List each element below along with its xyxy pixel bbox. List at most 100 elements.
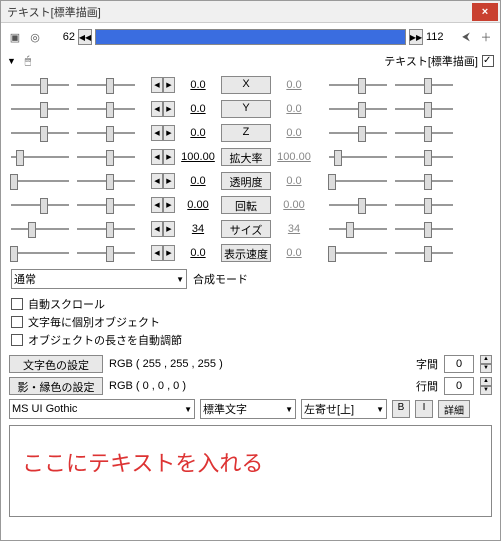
slider-right-2[interactable] — [327, 124, 389, 142]
slider-left2-6[interactable] — [75, 220, 137, 238]
slider-right-3[interactable] — [327, 148, 389, 166]
slider-left-3[interactable] — [9, 148, 71, 166]
slider-right2-4[interactable] — [393, 172, 455, 190]
value2-5: 0.00 — [275, 199, 313, 211]
slider-left2-7[interactable] — [75, 244, 137, 262]
slider-right-0[interactable] — [327, 76, 389, 94]
value2-4: 0.0 — [275, 175, 313, 187]
inc-7[interactable]: ▶ — [163, 245, 175, 261]
dec-5[interactable]: ◀ — [151, 197, 163, 213]
dec-1[interactable]: ◀ — [151, 101, 163, 117]
value-6[interactable]: 34 — [179, 223, 217, 235]
slider-left-1[interactable] — [9, 100, 71, 118]
forward-button[interactable]: ▶▶ — [409, 29, 423, 45]
option-check-2[interactable] — [11, 334, 23, 346]
slider-left-6[interactable] — [9, 220, 71, 238]
add-icon[interactable]: ＋ — [478, 29, 494, 45]
slider-left2-2[interactable] — [75, 124, 137, 142]
blend-combo[interactable]: 通常▼ — [11, 269, 187, 289]
param-btn-6[interactable]: サイズ — [221, 220, 271, 238]
dec-0[interactable]: ◀ — [151, 77, 163, 93]
param-btn-5[interactable]: 回転 — [221, 196, 271, 214]
param-btn-4[interactable]: 透明度 — [221, 172, 271, 190]
slider-left-5[interactable] — [9, 196, 71, 214]
value-7[interactable]: 0.0 — [179, 247, 217, 259]
param-btn-0[interactable]: X — [221, 76, 271, 94]
inc-3[interactable]: ▶ — [163, 149, 175, 165]
shadow-color-rgb: RGB ( 0 , 0 , 0 ) — [109, 380, 186, 392]
italic-button[interactable]: I — [415, 400, 433, 418]
value-0[interactable]: 0.0 — [179, 79, 217, 91]
inc-5[interactable]: ▶ — [163, 197, 175, 213]
param-btn-3[interactable]: 拡大率 — [221, 148, 271, 166]
linespace-spinner[interactable]: ▲▼ — [480, 377, 492, 395]
option-label-2: オブジェクトの長さを自動調節 — [28, 332, 182, 348]
linespace-label: 行間 — [416, 378, 438, 394]
slider-right-5[interactable] — [327, 196, 389, 214]
charspace-input[interactable] — [444, 355, 474, 373]
slider-right-6[interactable] — [327, 220, 389, 238]
slider-left-0[interactable] — [9, 76, 71, 94]
slider-right2-5[interactable] — [393, 196, 455, 214]
value-5[interactable]: 0.00 — [179, 199, 217, 211]
text-color-button[interactable]: 文字色の設定 — [9, 355, 103, 373]
slider-right-4[interactable] — [327, 172, 389, 190]
font-combo[interactable]: MS UI Gothic▼ — [9, 399, 195, 419]
charspace-spinner[interactable]: ▲▼ — [480, 355, 492, 373]
bold-button[interactable]: B — [392, 400, 410, 418]
slider-left2-0[interactable] — [75, 76, 137, 94]
enable-checkbox[interactable] — [482, 55, 494, 67]
prev-icon[interactable]: ⮜ — [458, 29, 474, 45]
param-btn-2[interactable]: Z — [221, 124, 271, 142]
slider-left2-5[interactable] — [75, 196, 137, 214]
value-2[interactable]: 0.0 — [179, 127, 217, 139]
slider-left-2[interactable] — [9, 124, 71, 142]
timeline-track[interactable] — [95, 29, 406, 45]
dec-3[interactable]: ◀ — [151, 149, 163, 165]
slider-right2-2[interactable] — [393, 124, 455, 142]
mouse-icon[interactable]: 🖱 — [20, 53, 36, 69]
value2-6: 34 — [275, 223, 313, 235]
camera-icon[interactable]: ▣ — [7, 29, 23, 45]
slider-right-7[interactable] — [327, 244, 389, 262]
linespace-input[interactable] — [444, 377, 474, 395]
option-check-0[interactable] — [11, 298, 23, 310]
slider-right2-3[interactable] — [393, 148, 455, 166]
collapse-icon[interactable]: ▼ — [7, 56, 16, 66]
param-btn-1[interactable]: Y — [221, 100, 271, 118]
text-content-input[interactable]: ここにテキストを入れる — [9, 425, 492, 517]
inc-4[interactable]: ▶ — [163, 173, 175, 189]
param-btn-7[interactable]: 表示速度 — [221, 244, 271, 262]
value-4[interactable]: 0.0 — [179, 175, 217, 187]
slider-right2-1[interactable] — [393, 100, 455, 118]
dec-2[interactable]: ◀ — [151, 125, 163, 141]
slider-right-1[interactable] — [327, 100, 389, 118]
inc-2[interactable]: ▶ — [163, 125, 175, 141]
inc-1[interactable]: ▶ — [163, 101, 175, 117]
window-title: テキスト[標準描画] — [3, 4, 472, 20]
detail-button[interactable]: 詳細 — [438, 400, 470, 418]
inc-6[interactable]: ▶ — [163, 221, 175, 237]
slider-right2-0[interactable] — [393, 76, 455, 94]
slider-left2-1[interactable] — [75, 100, 137, 118]
dec-4[interactable]: ◀ — [151, 173, 163, 189]
dec-7[interactable]: ◀ — [151, 245, 163, 261]
value-1[interactable]: 0.0 — [179, 103, 217, 115]
slider-right2-6[interactable] — [393, 220, 455, 238]
rewind-button[interactable]: ◀◀ — [78, 29, 92, 45]
slider-right2-7[interactable] — [393, 244, 455, 262]
slider-left2-3[interactable] — [75, 148, 137, 166]
slider-left-4[interactable] — [9, 172, 71, 190]
text-color-rgb: RGB ( 255 , 255 , 255 ) — [109, 358, 223, 370]
value-3[interactable]: 100.00 — [179, 151, 217, 163]
dec-6[interactable]: ◀ — [151, 221, 163, 237]
inc-0[interactable]: ▶ — [163, 77, 175, 93]
slider-left-7[interactable] — [9, 244, 71, 262]
slider-left2-4[interactable] — [75, 172, 137, 190]
align-combo[interactable]: 左寄せ[上]▼ — [301, 399, 387, 419]
option-check-1[interactable] — [11, 316, 23, 328]
shadow-color-button[interactable]: 影・縁色の設定 — [9, 377, 103, 395]
close-button[interactable]: × — [472, 3, 498, 21]
fonttype-combo[interactable]: 標準文字▼ — [200, 399, 296, 419]
loop-icon[interactable]: ◎ — [27, 29, 43, 45]
